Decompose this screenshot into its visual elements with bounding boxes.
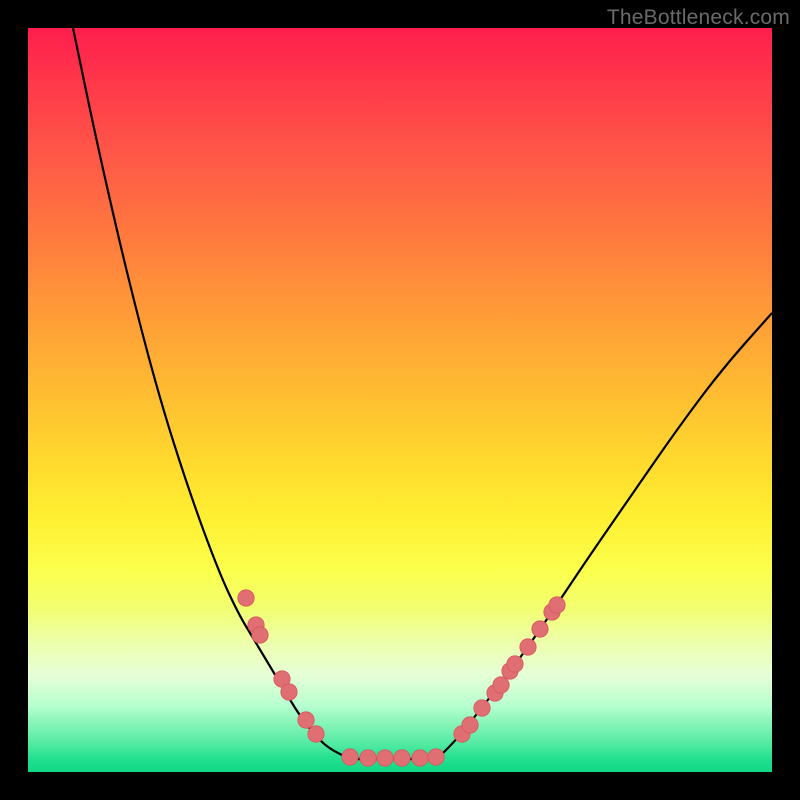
data-marker [360, 750, 376, 766]
data-marker [549, 597, 565, 613]
data-marker [428, 749, 444, 765]
curve-svg [28, 28, 772, 772]
data-marker [281, 684, 297, 700]
chart-stage: TheBottleneck.com [0, 0, 800, 800]
data-marker [238, 590, 254, 606]
markers-group [238, 590, 565, 766]
data-marker [394, 750, 410, 766]
data-marker [462, 717, 478, 733]
data-marker [532, 621, 548, 637]
data-marker [252, 627, 268, 643]
data-marker [377, 750, 393, 766]
curve-left-branch [73, 28, 348, 758]
data-marker [507, 656, 523, 672]
data-marker [298, 712, 314, 728]
data-marker [412, 750, 428, 766]
data-marker [342, 749, 358, 765]
data-marker [520, 639, 536, 655]
data-marker [308, 726, 324, 742]
plot-area [28, 28, 772, 772]
watermark-label: TheBottleneck.com [607, 6, 790, 30]
data-marker [493, 677, 509, 693]
data-marker [474, 700, 490, 716]
